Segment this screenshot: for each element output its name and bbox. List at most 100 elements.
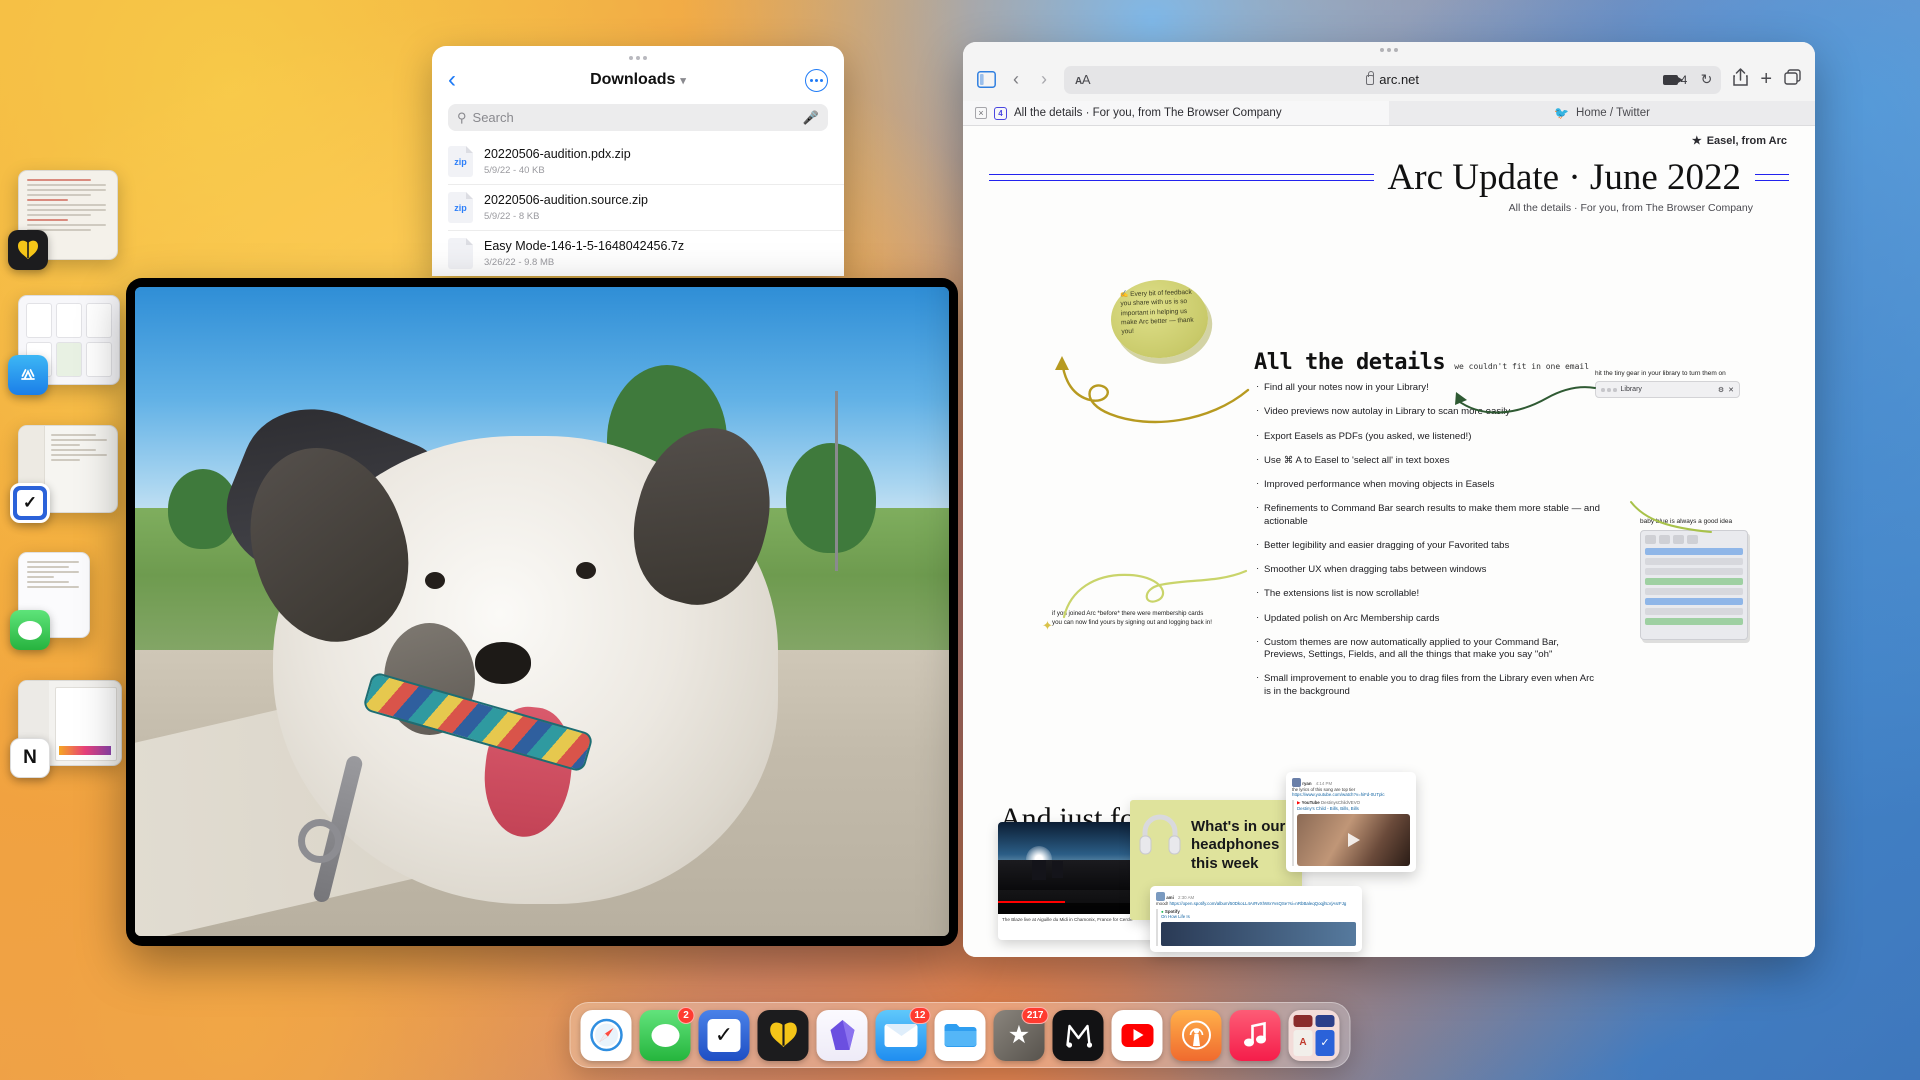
- status-badge: 12: [909, 1006, 931, 1024]
- status-badge: 2: [677, 1006, 695, 1024]
- embed-title[interactable]: On How Life Is: [1161, 914, 1356, 919]
- tab-twitter[interactable]: 🐦 Home / Twitter: [1389, 101, 1815, 125]
- embed-thumbnail[interactable]: [1297, 814, 1410, 866]
- stage-manager-item-messages[interactable]: [10, 552, 90, 650]
- folder-icon: [944, 1024, 976, 1047]
- page-domain: arc.net: [1064, 70, 1721, 87]
- files-title: Downloads ▾: [432, 71, 844, 89]
- twitter-icon: 🐦: [1554, 106, 1570, 120]
- file-meta: 5/9/22 - 40 KB: [484, 164, 545, 176]
- crystal-icon: [830, 1020, 854, 1050]
- star-icon: ★: [1007, 1021, 1031, 1049]
- details-bullet-list: Find all your notes now in your Library!…: [1256, 381, 1601, 710]
- list-item: Smoother UX when dragging tabs between w…: [1256, 563, 1601, 576]
- tab-title: All the details · For you, from The Brow…: [1014, 107, 1282, 119]
- embed-thumbnail[interactable]: [1161, 922, 1356, 946]
- message-bubble-icon: [651, 1023, 679, 1047]
- list-item: Better legibility and easier dragging of…: [1256, 539, 1601, 552]
- page-title: Arc Update · June 2022: [1387, 157, 1741, 198]
- file-row[interactable]: Easy Mode-146-1-5-1648042456.7z 3/26/22 …: [448, 231, 844, 276]
- section-heading-note: we couldn't fit in one email: [1454, 362, 1590, 371]
- library-window-label: Library: [1620, 386, 1642, 394]
- file-name: Easy Mode-146-1-5-1648042456.7z: [484, 239, 685, 254]
- dock-item-safari[interactable]: [580, 1009, 632, 1061]
- lock-icon: [1366, 70, 1375, 85]
- notion-icon: N: [10, 738, 50, 778]
- checkmark-icon: ✓: [707, 1018, 741, 1052]
- tab-arc-newsletter[interactable]: × 4 All the details · For you, from The …: [963, 101, 1389, 125]
- search-input[interactable]: ⚲ Search 🎤: [448, 104, 828, 131]
- files-navigation-bar: ‹ Downloads ▾: [432, 60, 844, 98]
- address-bar[interactable]: AA arc.net 4 ↻: [1064, 65, 1722, 94]
- zip-file-icon: zip: [448, 192, 473, 223]
- domain-text: arc.net: [1379, 72, 1420, 87]
- slack-link[interactable]: https://www.youtube.com/watch?v=hiFd-0UT…: [1292, 792, 1410, 797]
- list-item: The extensions list is now scrollable!: [1256, 587, 1601, 600]
- slack-user: ryan: [1302, 781, 1312, 786]
- file-row[interactable]: zip 20220506-audition.source.zip 5/9/22 …: [448, 185, 844, 231]
- dock-item-finder[interactable]: [934, 1009, 986, 1061]
- membership-swoop-icon: [1062, 569, 1248, 619]
- slack-message-card-top: ryan 4:14 PM the lyrics of this song are…: [1286, 772, 1416, 872]
- dock-item-music[interactable]: [1229, 1009, 1281, 1061]
- dock-item-things[interactable]: ✓: [698, 1009, 750, 1061]
- reload-button[interactable]: ↻: [1701, 71, 1713, 88]
- library-pointer-arrow-icon: [1455, 386, 1596, 414]
- camera-status[interactable]: 4: [1662, 73, 1687, 87]
- browser-toolbar: ‹ › AA arc.net 4 ↻ +: [963, 58, 1815, 101]
- stage-manager-item-notion[interactable]: N: [10, 680, 122, 778]
- files-window[interactable]: ‹ Downloads ▾ ⚲ Search 🎤 zip 20220506-aud…: [432, 46, 844, 276]
- stage-manager-item-app-store[interactable]: [8, 295, 120, 395]
- dock[interactable]: 2 ✓ 12 ★ 217 A ✓: [569, 1002, 1351, 1068]
- share-button[interactable]: [1733, 68, 1749, 91]
- dock-item-mimestream[interactable]: [1052, 1009, 1104, 1061]
- dock-item-mail[interactable]: 12: [875, 1006, 931, 1061]
- swoop-arrow-icon: [1055, 356, 1250, 424]
- library-window-buttons: ⚙ ✕: [1718, 386, 1734, 394]
- babyblue-ui-preview: [1640, 530, 1748, 640]
- ipad-photo-window[interactable]: [126, 278, 958, 946]
- library-mini-window: Library ⚙ ✕: [1595, 381, 1740, 399]
- embed-title[interactable]: Destiny's Child - Bills, Bills, Bills: [1297, 806, 1410, 811]
- dock-item-reeder[interactable]: ★ 217: [993, 1006, 1049, 1061]
- dock-item-messages[interactable]: 2: [639, 1006, 695, 1061]
- back-button[interactable]: ‹: [1008, 69, 1024, 90]
- headphones-icon: [1139, 814, 1181, 855]
- app-grid-icon: A ✓: [1293, 1014, 1335, 1056]
- new-tab-button[interactable]: +: [1760, 68, 1772, 91]
- microphone-icon[interactable]: 🎤: [803, 110, 819, 126]
- photo-of-dog: [135, 287, 949, 936]
- dock-item-craft[interactable]: [816, 1009, 868, 1061]
- m-letter-icon: [1065, 1024, 1092, 1048]
- stage-manager-item-bear[interactable]: [8, 170, 118, 270]
- embed-source: YouTube: [1301, 800, 1320, 805]
- more-options-button[interactable]: [805, 68, 828, 92]
- window-grabber[interactable]: [963, 42, 1815, 58]
- file-row[interactable]: zip 20220506-audition.pdx.zip 5/9/22 - 4…: [448, 139, 844, 185]
- close-icon[interactable]: ×: [975, 107, 987, 119]
- list-item: Refinements to Command Bar search result…: [1256, 502, 1601, 528]
- slack-time: 2:30 AM: [1178, 895, 1195, 900]
- butterfly-icon: [8, 230, 48, 270]
- chevron-down-icon[interactable]: ▾: [680, 75, 686, 87]
- easel-badge-label: Easel, from Arc: [1706, 134, 1787, 147]
- easel-badge[interactable]: ★ Easel, from Arc: [1691, 134, 1787, 148]
- dock-item-bear[interactable]: [757, 1009, 809, 1061]
- archive-file-icon: [448, 238, 473, 269]
- easel-icon: ★: [1691, 135, 1702, 147]
- message-bubble-icon: [10, 610, 50, 650]
- slack-link[interactable]: https://open.spotify.com/album/50DkoLL4A…: [1169, 901, 1346, 906]
- gear-icon[interactable]: ⚙: [1718, 386, 1724, 394]
- sidebar-toggle-icon[interactable]: [977, 71, 996, 88]
- dock-item-folder-stack[interactable]: A ✓: [1288, 1009, 1340, 1061]
- all-the-details-heading: All the details we couldn't fit in one e…: [1254, 350, 1589, 375]
- forward-button[interactable]: ›: [1036, 69, 1052, 90]
- back-button[interactable]: ‹: [448, 68, 456, 92]
- show-all-tabs-button[interactable]: [1784, 69, 1801, 90]
- file-meta: 5/9/22 - 8 KB: [484, 210, 540, 222]
- dock-item-podcasts[interactable]: [1170, 1009, 1222, 1061]
- dock-item-youtube[interactable]: [1111, 1009, 1163, 1061]
- browser-tab-bar: × 4 All the details · For you, from The …: [963, 101, 1815, 126]
- stage-manager-item-things[interactable]: ✓: [10, 425, 118, 523]
- close-icon[interactable]: ✕: [1728, 386, 1734, 394]
